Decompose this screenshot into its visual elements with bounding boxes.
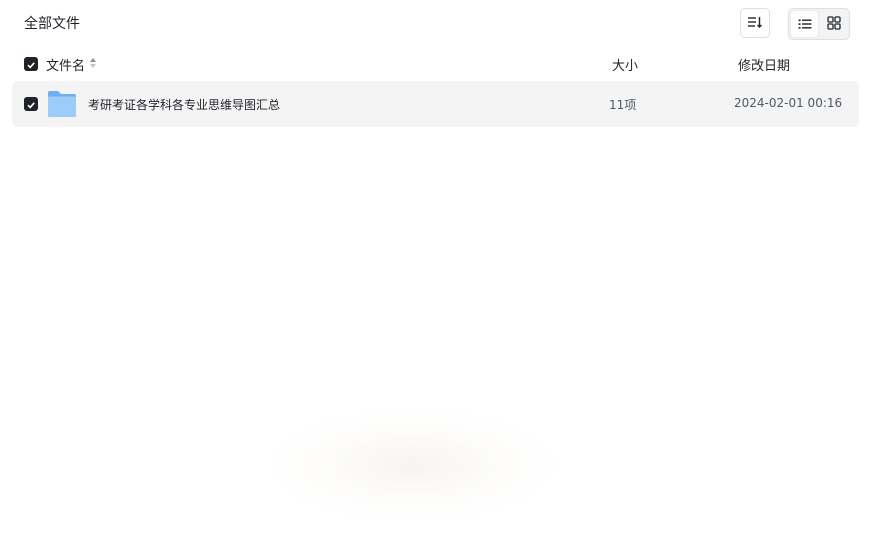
column-header-name[interactable]: 文件名 bbox=[46, 55, 97, 74]
column-header-name-label: 文件名 bbox=[46, 59, 86, 74]
table-row[interactable]: 考研考证各学科各专业思维导图汇总 11项 2024-02-01 00:16 bbox=[12, 81, 859, 127]
checkmark-icon bbox=[26, 95, 36, 114]
checkmark-icon bbox=[26, 55, 36, 74]
file-name[interactable]: 考研考证各学科各专业思维导图汇总 bbox=[88, 96, 280, 113]
column-header-date: 修改日期 bbox=[738, 59, 791, 74]
folder-icon bbox=[47, 90, 77, 118]
select-all-checkbox[interactable] bbox=[24, 57, 38, 71]
view-mode-toggle bbox=[788, 8, 850, 40]
column-header-size: 大小 bbox=[612, 59, 639, 74]
file-modified-date: 2024-02-01 00:16 bbox=[734, 96, 843, 110]
grid-icon bbox=[826, 15, 841, 34]
sort-button[interactable] bbox=[740, 8, 770, 38]
page-title: 全部文件 bbox=[24, 16, 80, 32]
sort-toggle-icon[interactable] bbox=[89, 57, 97, 73]
list-icon bbox=[798, 15, 812, 34]
list-view-button[interactable] bbox=[791, 11, 818, 37]
row-checkbox[interactable] bbox=[24, 97, 38, 111]
grid-view-button[interactable] bbox=[820, 11, 847, 37]
file-size: 11项 bbox=[609, 98, 637, 112]
sort-lines-icon bbox=[747, 14, 763, 33]
file-manager: 全部文件 文件名 大小 修改日期 考研考证各学科各专业思维导图汇总 11项 20… bbox=[0, 0, 874, 538]
table-header: 文件名 大小 修改日期 bbox=[12, 50, 859, 78]
background-glow bbox=[270, 410, 555, 520]
